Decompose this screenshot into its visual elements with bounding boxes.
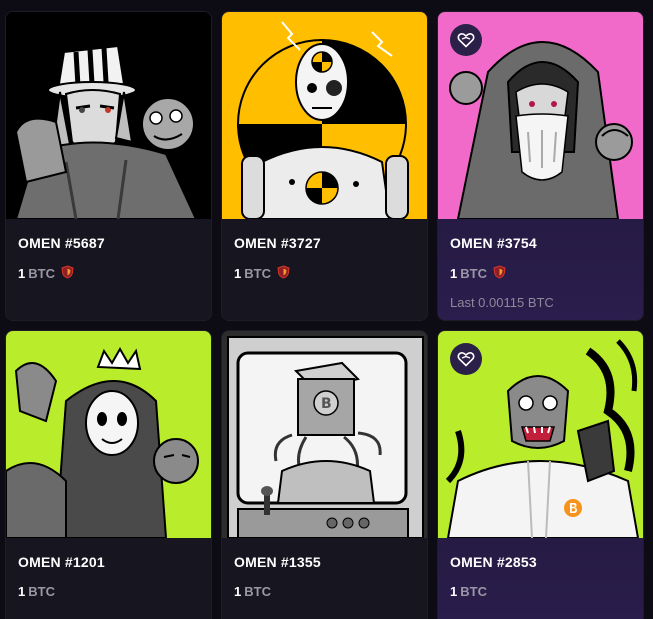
nft-price: 1 BTC bbox=[450, 265, 506, 282]
price-currency: BTC bbox=[460, 584, 487, 599]
bitcoin-icon bbox=[564, 499, 582, 517]
nft-artwork: B bbox=[222, 331, 427, 538]
nft-grid: OMEN #5687 1 BTC OMEN #3727 1 BTC OMEN #… bbox=[0, 0, 653, 619]
nft-title: OMEN #2853 bbox=[450, 554, 537, 570]
price-currency: BTC bbox=[244, 584, 271, 599]
price-amount: 1 bbox=[450, 584, 458, 599]
nft-title: OMEN #1355 bbox=[234, 554, 321, 570]
price-amount: 1 bbox=[18, 266, 26, 281]
nft-price: 1 BTC bbox=[234, 584, 271, 599]
nft-price: 1 BTC bbox=[234, 265, 290, 282]
shield-icon bbox=[61, 265, 74, 282]
nft-artwork bbox=[6, 331, 211, 538]
heart-badge-icon[interactable] bbox=[450, 24, 482, 56]
nft-artwork bbox=[6, 12, 211, 219]
nft-price: 1 BTC bbox=[450, 584, 487, 599]
heart-badge-icon[interactable] bbox=[450, 343, 482, 375]
nft-price: 1 BTC bbox=[18, 265, 74, 282]
nft-price: 1 BTC bbox=[18, 584, 55, 599]
price-amount: 1 bbox=[234, 266, 242, 281]
price-amount: 1 bbox=[450, 266, 458, 281]
svg-text:B: B bbox=[321, 396, 332, 412]
nft-title: OMEN #5687 bbox=[18, 235, 105, 251]
nft-title: OMEN #1201 bbox=[18, 554, 105, 570]
nft-card-omen-3727[interactable]: OMEN #3727 1 BTC bbox=[221, 11, 428, 321]
nft-card-omen-5687[interactable]: OMEN #5687 1 BTC bbox=[5, 11, 212, 321]
nft-title: OMEN #3754 bbox=[450, 235, 537, 251]
price-currency: BTC bbox=[28, 266, 55, 281]
nft-card-omen-2853[interactable]: OMEN #2853 1 BTC bbox=[437, 330, 644, 619]
nft-artwork bbox=[222, 12, 427, 219]
shield-icon bbox=[493, 265, 506, 282]
price-currency: BTC bbox=[244, 266, 271, 281]
nft-card-omen-1355[interactable]: B OMEN #1355 1 BTC bbox=[221, 330, 428, 619]
nft-card-omen-1201[interactable]: OMEN #1201 1 BTC bbox=[5, 330, 212, 619]
shield-icon bbox=[277, 265, 290, 282]
price-amount: 1 bbox=[18, 584, 26, 599]
price-currency: BTC bbox=[28, 584, 55, 599]
price-amount: 1 bbox=[234, 584, 242, 599]
nft-card-omen-3754[interactable]: OMEN #3754 1 BTC Last 0.00115 BTC bbox=[437, 11, 644, 321]
last-sale-price: Last 0.00115 BTC bbox=[450, 295, 554, 310]
price-currency: BTC bbox=[460, 266, 487, 281]
nft-title: OMEN #3727 bbox=[234, 235, 321, 251]
